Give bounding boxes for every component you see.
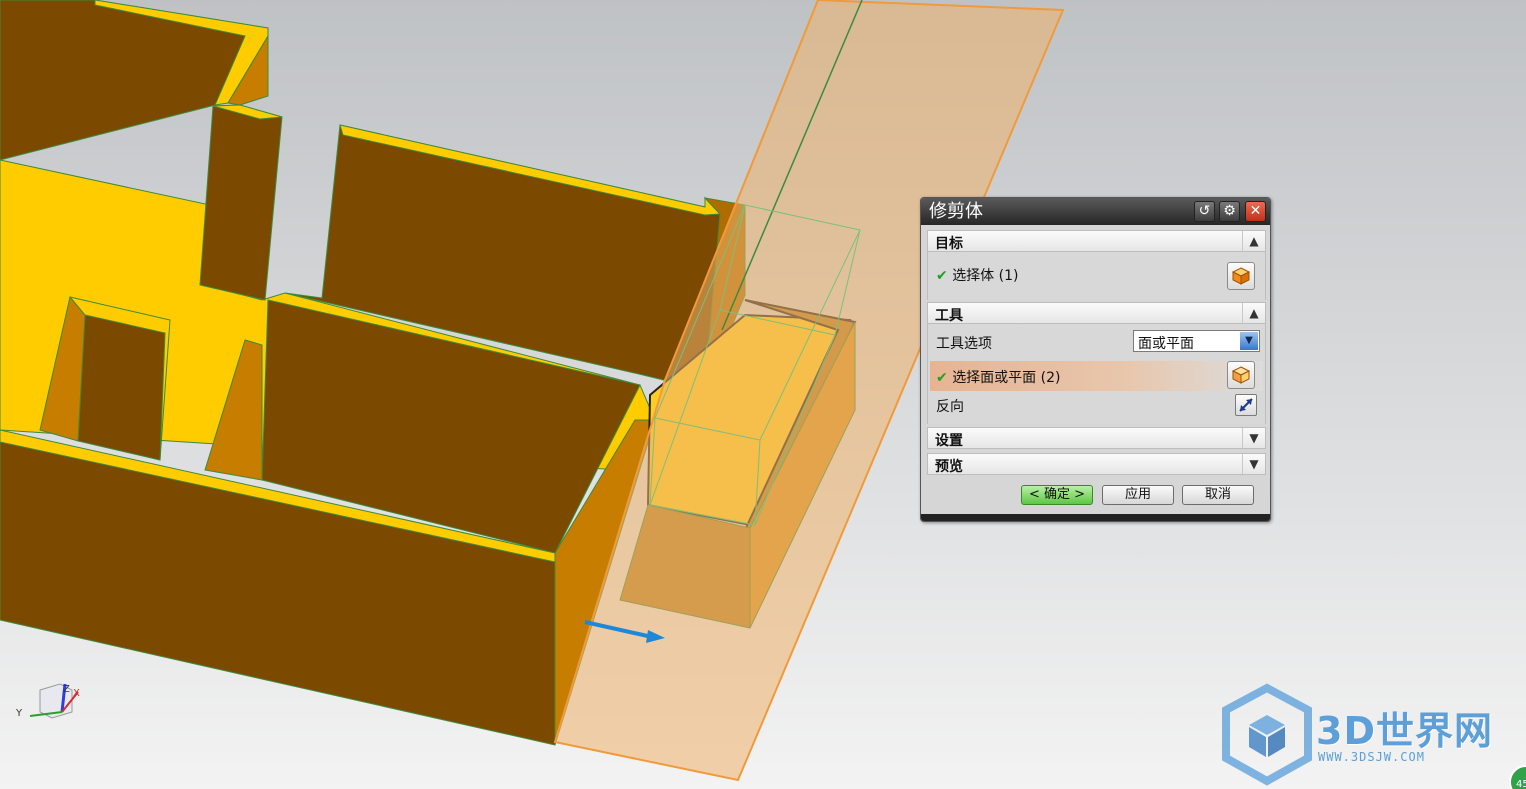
watermark-brand: 3D世界网 — [1316, 709, 1493, 753]
trim-body-dialog: 修剪体 ↺ ⚙ ✕ 目标 ▲ ✔ 选择体 (1) 工具 ▲ 工具选项 面或平面 … — [920, 197, 1271, 522]
checkmark-icon: ✔ — [936, 370, 948, 386]
section-header-target[interactable]: 目标 ▲ — [927, 230, 1266, 252]
model-inner-wall[interactable] — [77, 314, 166, 461]
tool-option-value: 面或平面 — [1138, 336, 1194, 352]
chevron-up-icon[interactable]: ▲ — [1242, 231, 1265, 251]
3d-viewport[interactable]: Y Z X 45 — [0, 0, 1526, 789]
tool-option-select[interactable]: 面或平面 ▼ — [1133, 330, 1260, 352]
apply-button[interactable]: 应用 — [1102, 485, 1174, 505]
watermark-url: WWW.3DSJW.COM — [1318, 750, 1425, 764]
dialog-footer: < 确定 > 应用 取消 — [927, 479, 1266, 509]
reverse-direction-icon — [1239, 398, 1253, 412]
chevron-down-icon[interactable]: ▼ — [1242, 454, 1265, 474]
triad-x-label: X — [73, 688, 80, 699]
select-body-label: 选择体 (1) — [952, 268, 1019, 284]
select-face-label: 选择面或平面 (2) — [952, 370, 1061, 386]
triad-y-label: Y — [15, 708, 23, 719]
reverse-direction-button[interactable] — [1235, 394, 1257, 416]
checkmark-icon: ✔ — [936, 268, 948, 284]
select-body-row[interactable]: ✔ 选择体 (1) — [936, 265, 1018, 285]
reverse-label: 反向 — [936, 399, 964, 415]
corner-badge-text: 45 — [1516, 779, 1526, 789]
dialog-bottom-strip — [921, 514, 1270, 521]
section-header-preview[interactable]: 预览 ▼ — [927, 453, 1266, 475]
dialog-title: 修剪体 — [929, 201, 983, 222]
close-icon[interactable]: ✕ — [1245, 201, 1266, 222]
section-header-tool[interactable]: 工具 ▲ — [927, 302, 1266, 324]
tool-option-label: 工具选项 — [936, 336, 992, 352]
face-plane-icon — [1231, 366, 1251, 384]
reset-icon[interactable]: ↺ — [1194, 201, 1215, 222]
ok-button[interactable]: < 确定 > — [1021, 485, 1093, 505]
solid-body-icon — [1231, 267, 1251, 285]
section-label-target: 目标 — [935, 236, 963, 252]
section-label-preview: 预览 — [935, 459, 963, 475]
chevron-up-icon[interactable]: ▲ — [1242, 303, 1265, 323]
triad-z-label: Z — [63, 684, 70, 695]
select-body-button[interactable] — [1227, 262, 1255, 290]
cancel-button[interactable]: 取消 — [1182, 485, 1254, 505]
gear-icon[interactable]: ⚙ — [1219, 201, 1240, 222]
section-body-target: ✔ 选择体 (1) — [927, 252, 1266, 300]
chevron-down-icon[interactable]: ▼ — [1242, 428, 1265, 448]
section-header-settings[interactable]: 设置 ▼ — [927, 427, 1266, 449]
section-label-settings: 设置 — [935, 433, 963, 449]
section-label-tool: 工具 — [935, 308, 963, 324]
chevron-down-icon[interactable]: ▼ — [1240, 332, 1258, 350]
select-face-button[interactable] — [1227, 361, 1255, 389]
dialog-titlebar[interactable]: 修剪体 ↺ ⚙ ✕ — [921, 198, 1270, 225]
select-face-row[interactable]: ✔ 选择面或平面 (2) — [930, 361, 1263, 391]
section-body-tool: 工具选项 面或平面 ▼ ✔ 选择面或平面 (2) 反向 — [927, 324, 1266, 424]
